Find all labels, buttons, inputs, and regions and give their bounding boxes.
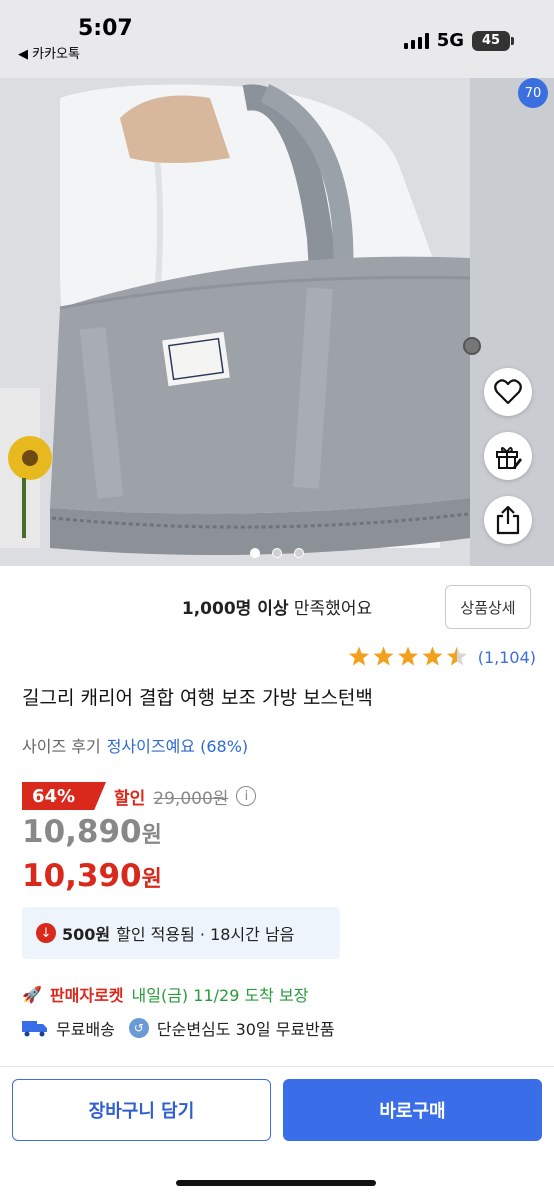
star-icon [446, 646, 467, 666]
seller-rocket-label: 판매자로켓 [49, 986, 124, 1005]
gallery-dot[interactable] [294, 548, 304, 558]
bottom-divider [0, 1066, 554, 1067]
discount-label: 할인 [114, 788, 146, 809]
sale-price-unit: 원 [141, 823, 162, 848]
home-indicator[interactable] [176, 1180, 376, 1186]
discount-row: 64% 할인 29,000원 i [22, 782, 257, 810]
shipping-benefits: 무료배송 ↺ 단순변심도 30일 무료반품 [22, 1016, 335, 1040]
info-icon[interactable]: i [236, 786, 257, 806]
gift-icon [496, 447, 522, 469]
status-bar: 5:07 ◀ 카카오톡 5G 45 [0, 0, 554, 78]
coupon-amount: 500원 [62, 925, 111, 944]
back-to-kakaotalk-link[interactable]: ◀ 카카오톡 [18, 43, 80, 62]
delivery-info: 🚀 판매자로켓 내일(금) 11/29 도착 보장 [22, 982, 308, 1006]
satisfaction-count: 1,000명 이상 [181, 599, 289, 619]
size-review-label: 사이즈 후기 [22, 737, 101, 756]
coupon-text: 할인 적용됨 · 18시간 남음 [116, 925, 295, 944]
network-label: 5G [436, 30, 464, 51]
satisfaction-text: 만족했어요 [288, 599, 373, 619]
return-icon: ↺ [128, 1018, 149, 1038]
product-photo [0, 78, 554, 566]
truck-icon [22, 1021, 47, 1037]
gallery-dot[interactable] [250, 548, 260, 558]
star-rating-icon [348, 646, 467, 666]
share-icon [496, 505, 520, 535]
star-icon [422, 646, 443, 666]
arrival-guarantee: 내일(금) 11/29 도착 보장 [131, 986, 309, 1005]
original-price: 29,000원 [153, 788, 229, 809]
sale-price-amount: 10,890 [22, 814, 142, 850]
heart-icon [494, 379, 522, 405]
product-detail-button[interactable]: 상품상세 [445, 585, 531, 629]
buy-now-button[interactable]: 바로구매 [283, 1079, 542, 1141]
rocket-icon: 🚀 [22, 984, 42, 1004]
status-time: 5:07 [78, 16, 133, 41]
size-review-value[interactable]: 정사이즈예요 (68%) [107, 737, 248, 756]
star-icon [397, 646, 418, 666]
star-icon [348, 646, 369, 666]
add-to-cart-button[interactable]: 장바구니 담기 [12, 1079, 271, 1141]
wishlist-button[interactable] [484, 368, 532, 416]
size-review[interactable]: 사이즈 후기 정사이즈예요 (68%) [22, 733, 248, 757]
review-count[interactable]: (1,104) [478, 648, 536, 667]
free-shipping-label: 무료배송 [56, 1020, 115, 1039]
free-return-label: 단순변심도 30일 무료반품 [156, 1020, 335, 1039]
signal-icon [403, 32, 429, 49]
final-price-amount: 10,390 [22, 858, 142, 894]
final-price-unit: 원 [141, 867, 162, 892]
gift-button[interactable] [484, 432, 532, 480]
sale-price: 10,890원 [22, 814, 162, 850]
arrow-down-icon: ↓ [36, 923, 56, 943]
rating[interactable]: (1,104) [348, 646, 536, 668]
share-button[interactable] [484, 496, 532, 544]
product-image-gallery[interactable] [0, 78, 554, 566]
status-indicators: 5G 45 [403, 30, 514, 51]
star-icon [373, 646, 394, 666]
discount-badge: 64% [22, 782, 106, 810]
product-title: 길그리 캐리어 결합 여행 보조 가방 보스턴백 [22, 687, 373, 709]
gallery-dot[interactable] [272, 548, 282, 558]
battery-level: 45 [481, 33, 501, 48]
final-price: 10,390원 [22, 858, 162, 894]
gallery-pagination [0, 548, 554, 558]
image-counter-badge: 70 [518, 78, 548, 108]
coupon-banner[interactable]: ↓ 500원 할인 적용됨 · 18시간 남음 [22, 907, 340, 959]
battery-icon: 45 [472, 30, 514, 51]
